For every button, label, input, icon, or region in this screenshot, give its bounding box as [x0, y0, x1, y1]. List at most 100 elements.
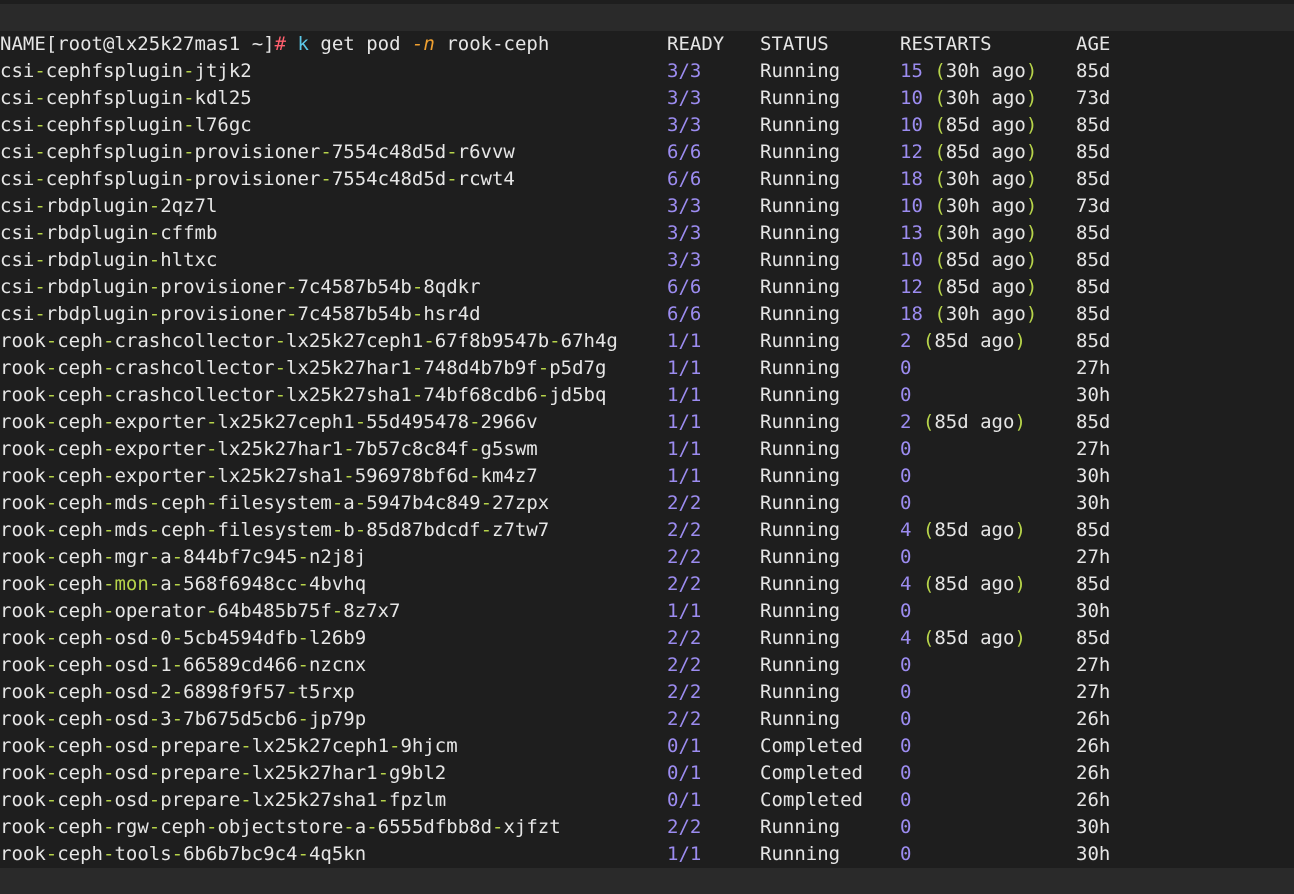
table-row[interactable]: rook-ceph-osd-prepare-lx25k27sha1-fpzlm 0… — [0, 787, 1294, 814]
name-separator: - — [171, 654, 184, 676]
name-segment: 568f6948cc — [183, 573, 298, 595]
name-segment: 844bf7c945 — [183, 546, 298, 568]
table-header: NAME READY STATUS RESTARTS AGE — [0, 31, 1294, 58]
pod-age: 85d — [1076, 249, 1111, 271]
name-segment: jd5bq — [549, 384, 607, 406]
name-separator: - — [297, 843, 309, 865]
name-segment: ceph — [160, 519, 206, 541]
table-row[interactable]: csi-cephfsplugin-provisioner-7554c48d5d-… — [0, 139, 1294, 166]
pod-status: Running — [760, 816, 841, 838]
pod-restarts: 10 (85d ago) — [900, 112, 1037, 139]
name-segment: 5cb4594dfb — [183, 627, 298, 649]
table-row[interactable]: csi-cephfsplugin-kdl25 3/3 Running 10 (30h … — [0, 85, 1294, 112]
pod-status: Running — [760, 573, 841, 595]
table-row[interactable]: rook-ceph-osd-prepare-lx25k27har1-g9bl2 0… — [0, 760, 1294, 787]
table-row[interactable]: csi-rbdplugin-provisioner-7c4587b54b-8qd… — [0, 274, 1294, 301]
name-segment: mon — [114, 573, 149, 595]
pod-age: 85d — [1076, 303, 1111, 325]
name-segment: 1 — [160, 654, 172, 676]
name-segment: n2j8j — [308, 546, 367, 568]
name-separator: - — [148, 546, 161, 568]
table-row[interactable]: rook-ceph-crashcollector-lx25k27ceph1-67… — [0, 328, 1294, 355]
pod-name: csi-cephfsplugin-jtjk2 — [0, 58, 252, 85]
pod-age: 30h — [1076, 600, 1111, 622]
pod-age: 85d — [1076, 330, 1111, 352]
restart-count: 0 — [900, 357, 912, 379]
table-row[interactable]: rook-ceph-crashcollector-lx25k27har1-748… — [0, 355, 1294, 382]
pod-age: 30h — [1076, 816, 1111, 838]
name-segment: rook — [0, 789, 46, 811]
terminal-window[interactable]: [root@lx25k27mas1 ~]# k get pod -n rook-… — [0, 0, 1294, 894]
pod-name: rook-ceph-osd-prepare-lx25k27sha1-fpzlm — [0, 787, 446, 814]
name-segment: rook — [0, 762, 46, 784]
table-row[interactable]: csi-rbdplugin-cffmb 3/3 Running 13 (30h ago… — [0, 220, 1294, 247]
name-separator: - — [354, 411, 367, 433]
table-row[interactable]: rook-ceph-exporter-lx25k27sha1-596978bf6… — [0, 463, 1294, 490]
table-row[interactable]: csi-rbdplugin-hltxc 3/3 Running 10 (85d ago… — [0, 247, 1294, 274]
table-row[interactable]: csi-rbdplugin-provisioner-7c4587b54b-hsr… — [0, 301, 1294, 328]
name-segment: csi — [0, 60, 35, 82]
table-row[interactable]: rook-ceph-exporter-lx25k27ceph1-55d49547… — [0, 409, 1294, 436]
table-row[interactable]: rook-ceph-osd-3-7b675d5cb6-jp79p 2/2 Runni… — [0, 706, 1294, 733]
pod-ready: 2/2 — [667, 816, 702, 838]
pod-ready: 1/1 — [667, 357, 702, 379]
table-row[interactable]: rook-ceph-operator-64b485b75f-8z7x7 1/1 Ru… — [0, 598, 1294, 625]
name-separator: - — [549, 330, 561, 352]
table-row[interactable]: rook-ceph-crashcollector-lx25k27sha1-74b… — [0, 382, 1294, 409]
name-segment: rbdplugin — [45, 195, 149, 217]
pod-age: 73d — [1076, 87, 1111, 109]
pod-name: rook-ceph-osd-2-6898f9f57-t5rxp — [0, 679, 355, 706]
name-segment: ceph — [57, 789, 103, 811]
name-segment: ceph — [57, 843, 103, 865]
name-separator: - — [343, 465, 355, 487]
restart-ago: 85d ago — [934, 627, 1015, 649]
table-row[interactable]: csi-cephfsplugin-jtjk2 3/3 Running 15 (30h … — [0, 58, 1294, 85]
name-segment: ceph — [57, 816, 103, 838]
restart-ago: 30h ago — [945, 60, 1026, 82]
name-segment: cephfsplugin — [45, 60, 184, 82]
input-prompt-line[interactable]: [root@lx25k27mas1 ~]# — [0, 868, 1294, 894]
name-separator: - — [274, 330, 287, 352]
restart-count: 0 — [900, 681, 912, 703]
table-row[interactable]: rook-ceph-exporter-lx25k27har1-7b57c8c84… — [0, 436, 1294, 463]
table-row[interactable]: rook-ceph-osd-0-5cb4594dfb-l26b9 2/2 Runni… — [0, 625, 1294, 652]
name-separator: - — [354, 492, 367, 514]
name-separator: - — [148, 789, 161, 811]
name-segment: ceph — [57, 708, 103, 730]
name-segment: cephfsplugin — [45, 87, 184, 109]
table-row[interactable]: rook-ceph-mds-ceph-filesystem-a-5947b4c8… — [0, 490, 1294, 517]
name-segment: kdl25 — [194, 87, 252, 109]
pod-ready: 1/1 — [667, 411, 702, 433]
table-row[interactable]: rook-ceph-mgr-a-844bf7c945-n2j8j 2/2 Runni… — [0, 544, 1294, 571]
pod-status: Running — [760, 60, 841, 82]
table-row[interactable]: csi-cephfsplugin-provisioner-7554c48d5d-… — [0, 166, 1294, 193]
pod-name: rook-ceph-osd-3-7b675d5cb6-jp79p — [0, 706, 366, 733]
name-separator: - — [148, 681, 161, 703]
name-separator: - — [205, 600, 218, 622]
name-separator: - — [240, 789, 252, 811]
table-row[interactable]: rook-ceph-osd-prepare-lx25k27ceph1-9hjcm… — [0, 733, 1294, 760]
pod-ready: 6/6 — [667, 276, 702, 298]
table-row[interactable]: csi-rbdplugin-2qz7l 3/3 Running 10 (30h ago… — [0, 193, 1294, 220]
table-row[interactable]: rook-ceph-rgw-ceph-objectstore-a-6555dfb… — [0, 814, 1294, 841]
name-segment: km4z7 — [480, 465, 538, 487]
name-separator: - — [205, 519, 218, 541]
name-separator: - — [34, 303, 46, 325]
table-row[interactable]: rook-ceph-tools-6b6b7bc9c4-4q5kn 1/1 Runni… — [0, 841, 1294, 868]
table-row[interactable]: csi-cephfsplugin-l76gc 3/3 Running 10 (85d … — [0, 112, 1294, 139]
pod-name: rook-ceph-mgr-a-844bf7c945-n2j8j — [0, 544, 366, 571]
name-separator: - — [377, 762, 390, 784]
table-row[interactable]: rook-ceph-osd-1-66589cd466-nzcnx 2/2 Runni… — [0, 652, 1294, 679]
table-row[interactable]: rook-ceph-mon-a-568f6948cc-4bvhq 2/2 Runni… — [0, 571, 1294, 598]
table-row[interactable]: rook-ceph-osd-2-6898f9f57-t5rxp 2/2 Runnin… — [0, 679, 1294, 706]
name-segment: rgw — [114, 816, 149, 838]
name-separator: - — [377, 789, 390, 811]
name-separator: - — [274, 357, 287, 379]
name-separator: - — [45, 654, 58, 676]
name-segment: rcwt4 — [457, 168, 515, 190]
table-row[interactable]: rook-ceph-mds-ceph-filesystem-b-85d87bdc… — [0, 517, 1294, 544]
name-separator: - — [492, 816, 504, 838]
name-separator: - — [45, 600, 58, 622]
paren-open: ( — [934, 303, 946, 325]
restart-ago: 85d ago — [934, 411, 1015, 433]
